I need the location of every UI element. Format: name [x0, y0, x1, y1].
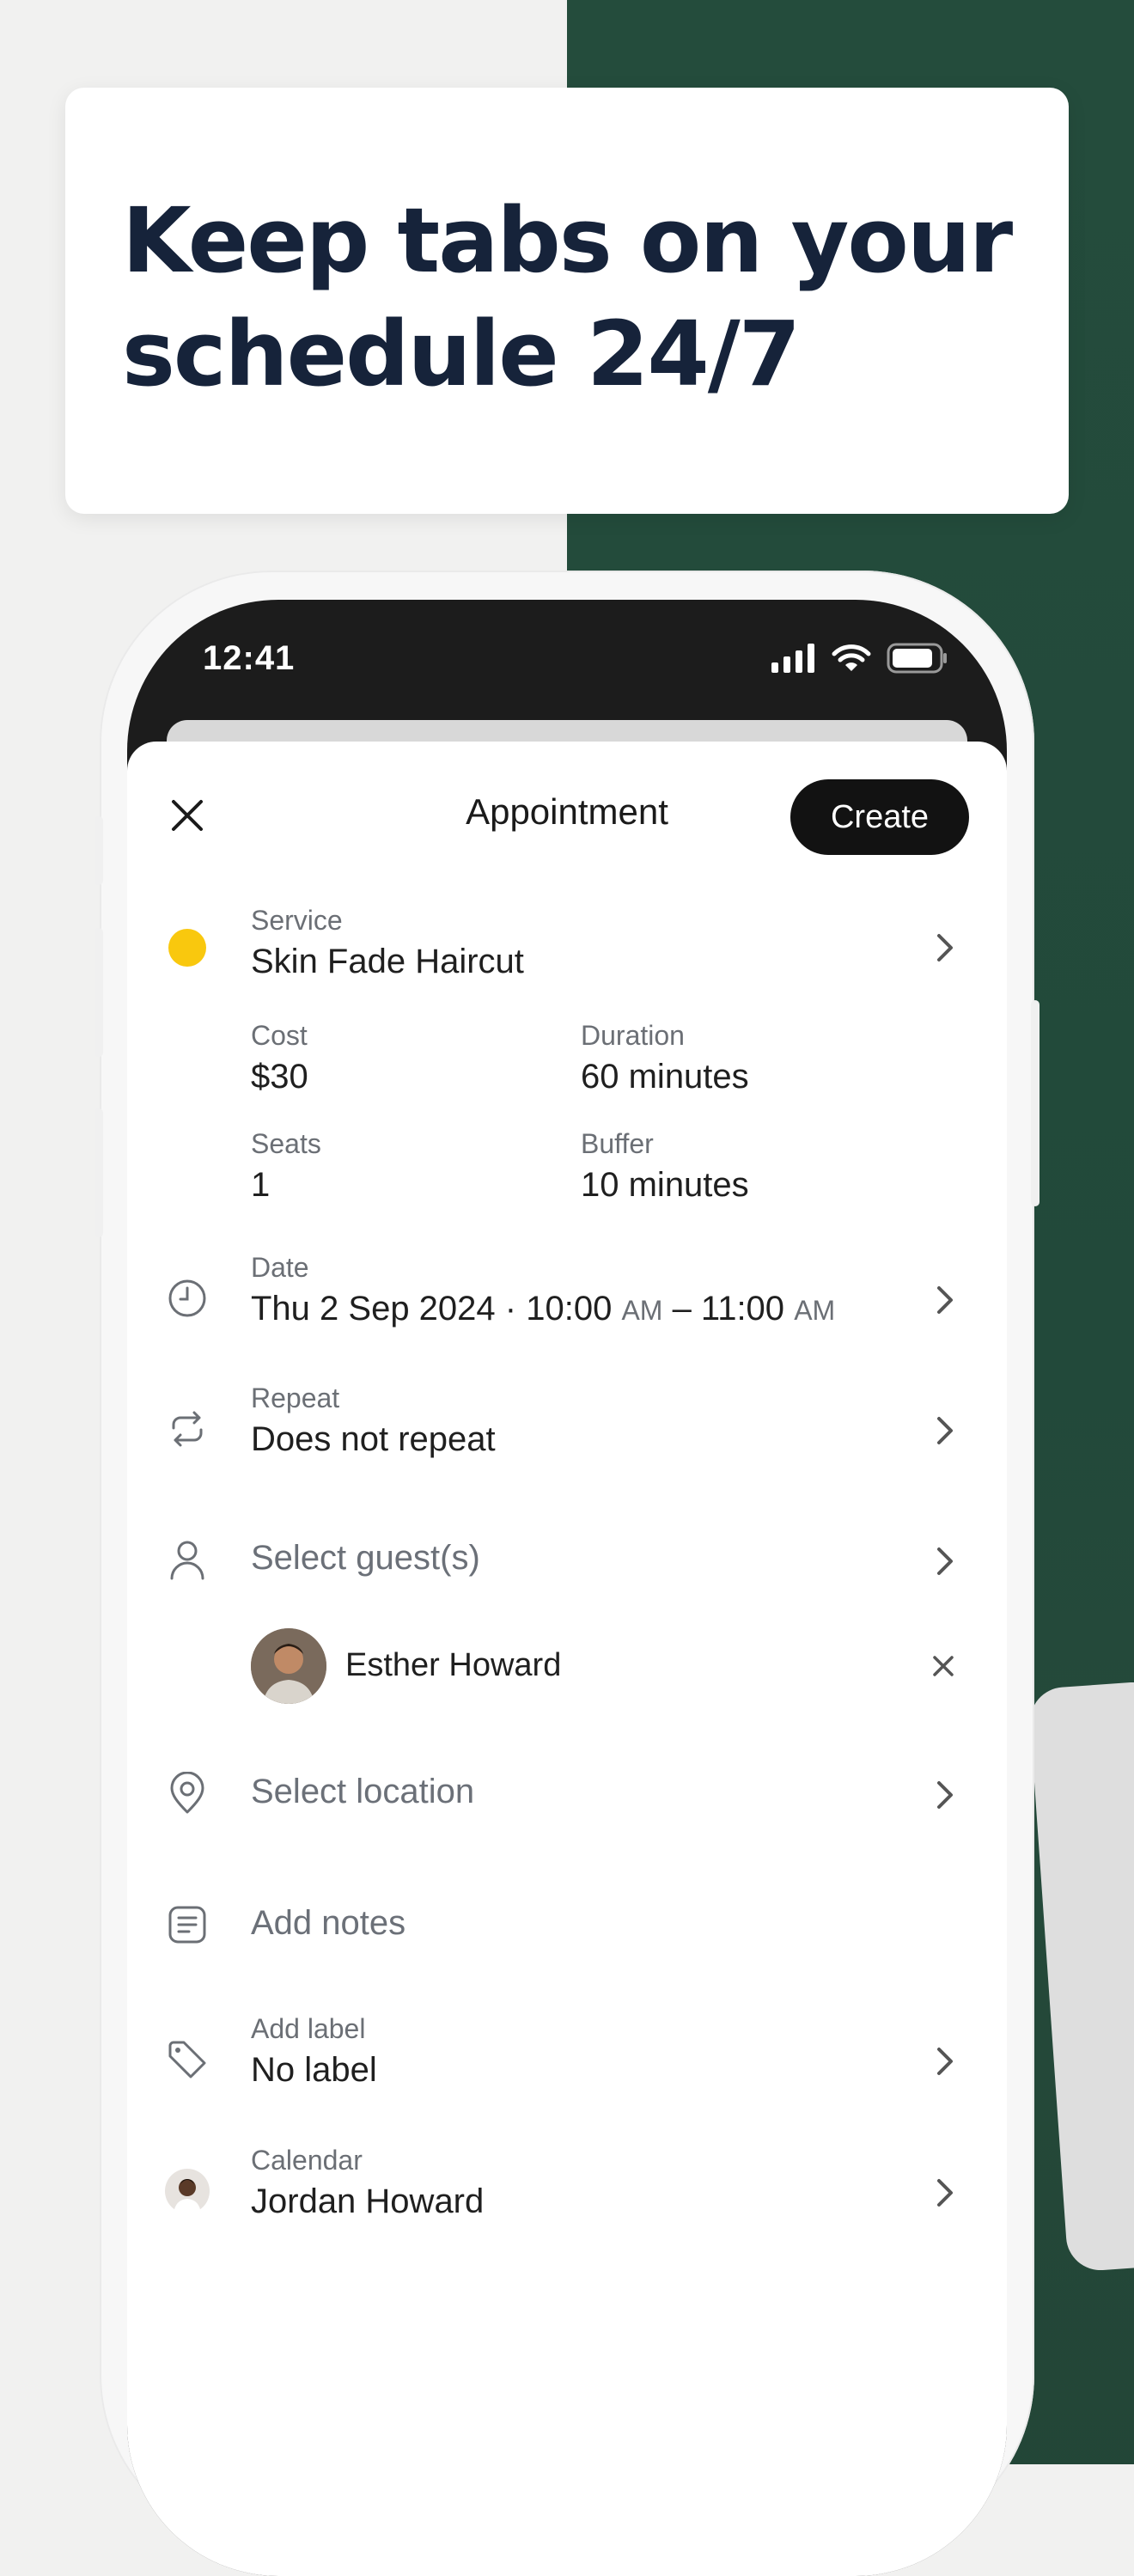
repeat-row[interactable]: Repeat Does not repeat [127, 1383, 1007, 1477]
cost-value: $30 [251, 1058, 308, 1096]
date-value: Thu 2 Sep 2024 · 10:00 AM – 11:00 AM [251, 1290, 835, 1328]
chevron-right-icon [930, 1779, 960, 1810]
add-label-row[interactable]: Add label No label [127, 2013, 1007, 2108]
notes-icon [165, 1902, 210, 1947]
seats-value: 1 [251, 1166, 271, 1204]
add-label-label: Add label [251, 2013, 366, 2044]
status-icons [771, 643, 948, 674]
guest-name: Esther Howard [345, 1647, 562, 1683]
chevron-right-icon [930, 2177, 960, 2208]
add-label-value: No label [251, 2051, 377, 2089]
phone-power-button [1031, 1000, 1040, 1206]
guest-item: Esther Howard [127, 1628, 1007, 1706]
cellular-signal-icon [771, 644, 814, 673]
repeat-label: Repeat [251, 1383, 340, 1413]
status-time: 12:41 [203, 639, 296, 677]
buffer-value: 10 minutes [581, 1166, 749, 1204]
add-notes-placeholder: Add notes [251, 1904, 406, 1942]
select-location-placeholder: Select location [251, 1773, 475, 1810]
chevron-right-icon [930, 1285, 960, 1315]
remove-guest-button[interactable] [926, 1649, 960, 1683]
service-value: Skin Fade Haircut [251, 943, 524, 980]
date-label: Date [251, 1252, 309, 1283]
calendar-label: Calendar [251, 2145, 363, 2176]
cost-label: Cost [251, 1020, 308, 1051]
location-pin-icon [165, 1771, 210, 1816]
repeat-value: Does not repeat [251, 1420, 496, 1458]
buffer-label: Buffer [581, 1128, 654, 1159]
repeat-icon [165, 1407, 210, 1451]
duration-value: 60 minutes [581, 1058, 749, 1096]
select-guests-row[interactable]: Select guest(s) [127, 1513, 1007, 1608]
sheet-header: Appointment Create [127, 742, 1007, 896]
phone-side-button [94, 816, 103, 885]
service-row[interactable]: Service Skin Fade Haircut [127, 905, 1007, 999]
date-start: Thu 2 Sep 2024 · 10:00 [251, 1290, 613, 1328]
service-label: Service [251, 905, 343, 936]
service-color-dot [165, 925, 210, 970]
clock-icon [165, 1276, 210, 1321]
date-row[interactable]: Date Thu 2 Sep 2024 · 10:00 AM – 11:00 A… [127, 1252, 1007, 1346]
calendar-row[interactable]: Calendar Jordan Howard [127, 2145, 1007, 2239]
phone-screen: 12:41 Appointment Create Service Skin Fa… [127, 600, 1007, 2576]
date-end: – 11:00 [672, 1290, 785, 1328]
calendar-value: Jordan Howard [251, 2182, 485, 2220]
headline-card: Keep tabs on your schedule 24/7 [65, 88, 1069, 514]
tag-icon [165, 2037, 210, 2082]
headline: Keep tabs on your schedule 24/7 [122, 188, 1013, 406]
close-icon [933, 1656, 954, 1676]
duration-label: Duration [581, 1020, 685, 1051]
date-start-ampm: AM [621, 1295, 663, 1326]
create-button[interactable]: Create [790, 779, 969, 855]
phone-side-button [94, 928, 103, 1057]
select-location-row[interactable]: Select location [127, 1747, 1007, 1841]
date-end-ampm: AM [794, 1295, 836, 1326]
guest-avatar [251, 1628, 326, 1704]
chevron-right-icon [930, 1415, 960, 1446]
appointment-sheet: Appointment Create Service Skin Fade Hai… [127, 742, 1007, 2576]
chevron-right-icon [930, 932, 960, 963]
wifi-icon [832, 644, 871, 671]
phone-side-button [94, 1108, 103, 1237]
add-notes-row[interactable]: Add notes [127, 1878, 1007, 1973]
status-bar: 12:41 [127, 600, 1007, 729]
battery-icon [887, 643, 947, 674]
calendar-avatar [165, 2169, 210, 2213]
seats-label: Seats [251, 1128, 321, 1159]
chevron-right-icon [930, 1546, 960, 1577]
chevron-right-icon [930, 2046, 960, 2077]
person-icon [165, 1537, 210, 1582]
select-guests-placeholder: Select guest(s) [251, 1539, 480, 1577]
